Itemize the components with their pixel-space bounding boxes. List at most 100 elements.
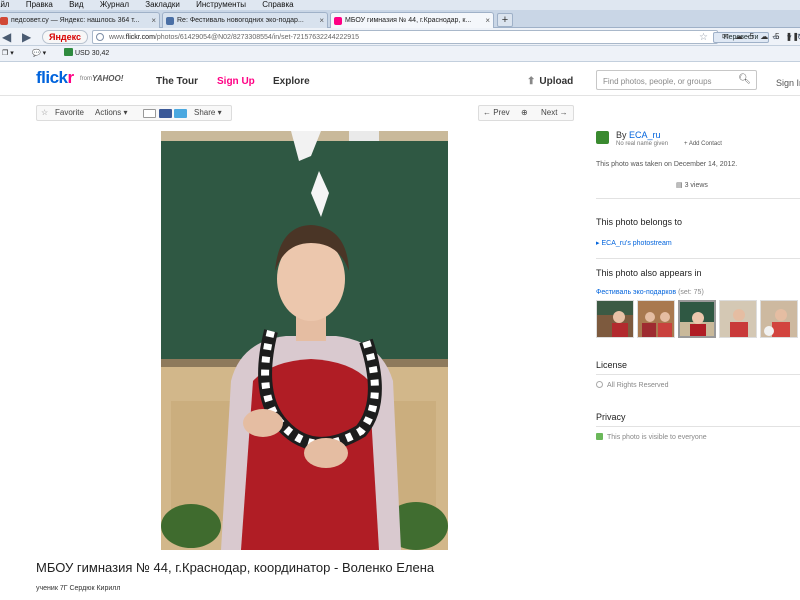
prev-button[interactable]: ← Prev <box>483 106 510 120</box>
set-thumbnail[interactable] <box>760 300 798 338</box>
photo-title: МБОУ гимназия № 44, г.Краснодар, координ… <box>36 560 435 575</box>
pause-icon[interactable]: ❚❚ <box>786 32 799 41</box>
weather-temp-1: -5 <box>746 32 755 41</box>
browser-tab-mail[interactable]: Re: Фестиваль новогодних эко-подар... × <box>162 12 328 28</box>
share-menu[interactable]: Share ▾ <box>194 106 222 120</box>
browser-tab-flickr[interactable]: МБОУ гимназия № 44, г.Краснодар, к... × <box>330 12 494 28</box>
toolbar-widgets: ✉ ☁-5 ☁-5 ❚❚ ⌂ <box>722 29 800 45</box>
nav-the-tour[interactable]: The Tour <box>156 76 198 87</box>
tab-close-icon[interactable]: × <box>151 13 156 28</box>
search-icon[interactable]: 🔍︎ <box>738 74 751 85</box>
views-icon: ▤ <box>676 182 683 189</box>
license-value: All Rights Reserved <box>596 381 668 389</box>
set-thumbnail[interactable] <box>637 300 675 338</box>
favorite-star-icon[interactable]: ☆ <box>41 106 48 120</box>
upload-arrow-icon: ⬆ <box>527 76 536 87</box>
flickr-favicon-icon <box>334 17 342 25</box>
tab-label: Re: Фестиваль новогодних эко-подар... <box>177 17 304 24</box>
search-box: 🔍︎ <box>596 70 757 91</box>
forward-arrow-icon[interactable]: ▶ <box>22 29 31 45</box>
menu-bookmarks[interactable]: Закладки <box>145 0 180 10</box>
cloud-icon[interactable]: ☁ <box>760 32 768 41</box>
privacy-heading: Privacy <box>596 412 626 422</box>
bookmarks-folder-icon[interactable]: ❐ ▾ <box>2 46 14 62</box>
menu-file[interactable]: айл <box>0 0 10 10</box>
thumbnail-image <box>761 301 797 337</box>
thumbnail-image <box>720 301 756 337</box>
currency-icon <box>64 48 73 56</box>
view-count: ▤ 3 views <box>676 182 708 189</box>
tab-close-icon[interactable]: × <box>485 13 490 28</box>
divider <box>596 374 800 375</box>
photo-image <box>161 131 448 550</box>
mail-widget-icon[interactable]: ✉ <box>722 32 729 41</box>
sign-in-link[interactable]: Sign In <box>776 78 800 88</box>
thumbnail-image <box>597 301 633 337</box>
yandex-button[interactable]: Яндекс <box>42 30 88 44</box>
tab-close-icon[interactable]: × <box>319 13 324 28</box>
yahoo-logo: YAHOO! <box>92 74 124 83</box>
tab-label: педсовет.су — Яндекс: нашлось 364 т... <box>11 17 140 24</box>
thumbnail-image <box>680 302 714 336</box>
taken-date: This photo was taken on December 14, 201… <box>596 161 738 168</box>
no-real-name: No real name given <box>616 141 669 147</box>
weather-icon[interactable]: ☁ <box>735 32 743 41</box>
add-contact-link[interactable]: + Add Contact <box>684 141 722 147</box>
main-photo[interactable] <box>161 131 448 550</box>
public-icon <box>596 433 603 440</box>
flickr-logo[interactable]: flickr <box>36 68 74 88</box>
privacy-value: This photo is visible to everyone <box>596 433 707 441</box>
divider <box>596 426 800 427</box>
actions-menu[interactable]: Actions ▾ <box>95 106 127 120</box>
tab-label: МБОУ гимназия № 44, г.Краснодар, к... <box>345 17 472 24</box>
bookmark-star-icon[interactable]: ☆ <box>699 32 708 43</box>
photo-description: ученик 7Г Сердюк Кирилл <box>36 585 121 592</box>
site-identity-icon[interactable] <box>96 33 104 41</box>
set-thumbnail-selected[interactable] <box>678 300 716 338</box>
yandex-favicon-icon <box>0 17 8 25</box>
belongs-heading: This photo belongs to <box>596 217 683 227</box>
menu-help[interactable]: Справка <box>262 0 293 10</box>
license-heading: License <box>596 360 628 370</box>
photo-toolbar: ☆ Favorite Actions ▾ Share ▾ <box>36 105 232 121</box>
divider <box>596 198 800 199</box>
copyright-icon <box>596 381 603 388</box>
set-thumbnail[interactable] <box>719 300 757 338</box>
browser-navbar: ◀ ▶ Яндекс www.flickr.com/photos/6142905… <box>0 28 800 46</box>
menu-history[interactable]: Журнал <box>100 0 129 10</box>
twitter-icon[interactable] <box>174 109 187 118</box>
favorite-button[interactable]: Favorite <box>55 106 84 120</box>
browser-tab-yandex[interactable]: педсовет.су — Яндекс: нашлось 364 т... × <box>0 12 160 28</box>
usd-rate-item[interactable]: USD 30,42 <box>64 46 109 62</box>
flickr-header: flickr from YAHOO! The Tour Sign Up Expl… <box>0 62 800 96</box>
search-input[interactable] <box>597 72 737 91</box>
divider <box>596 258 800 259</box>
nav-sign-up[interactable]: Sign Up <box>217 76 255 87</box>
next-button[interactable]: Next → <box>541 106 568 120</box>
logo-from-text: from <box>80 76 92 82</box>
owner-byline: By ECA_ru <box>616 130 661 140</box>
browser-tabbar: педсовет.су — Яндекс: нашлось 364 т... ×… <box>0 10 800 28</box>
menu-edit[interactable]: Правка <box>26 0 53 10</box>
set-thumbnail[interactable] <box>596 300 634 338</box>
upload-link[interactable]: ⬆ Upload <box>527 76 573 87</box>
set-link[interactable]: Фестиваль эко-подарков (set: 75) <box>596 289 704 296</box>
speech-bubble-icon[interactable]: 💬 ▾ <box>32 46 46 62</box>
url-text: www.flickr.com/photos/61429054@N02/82733… <box>109 34 359 41</box>
owner-avatar[interactable] <box>596 131 609 144</box>
menu-view[interactable]: Вид <box>69 0 83 10</box>
facebook-icon[interactable] <box>159 109 172 118</box>
email-icon[interactable] <box>143 109 156 118</box>
owner-link[interactable]: ECA_ru <box>629 130 661 140</box>
back-arrow-icon[interactable]: ◀ <box>2 29 11 45</box>
address-bar[interactable]: www.flickr.com/photos/61429054@N02/82733… <box>92 30 800 44</box>
appears-heading: This photo also appears in <box>596 268 702 278</box>
photostream-link[interactable]: ▸ ECA_ru's photostream <box>596 239 672 247</box>
browser-menubar: айл Правка Вид Журнал Закладки Инструмен… <box>0 0 800 10</box>
menu-tools[interactable]: Инструменты <box>196 0 246 10</box>
bookmarks-bar: ❐ ▾ 💬 ▾ USD 30,42 <box>0 46 800 62</box>
new-tab-button[interactable]: + <box>497 13 513 27</box>
zoom-icon[interactable]: ⊕ <box>521 106 528 120</box>
weather-temp-2: -5 <box>772 32 780 41</box>
nav-explore[interactable]: Explore <box>273 76 310 87</box>
